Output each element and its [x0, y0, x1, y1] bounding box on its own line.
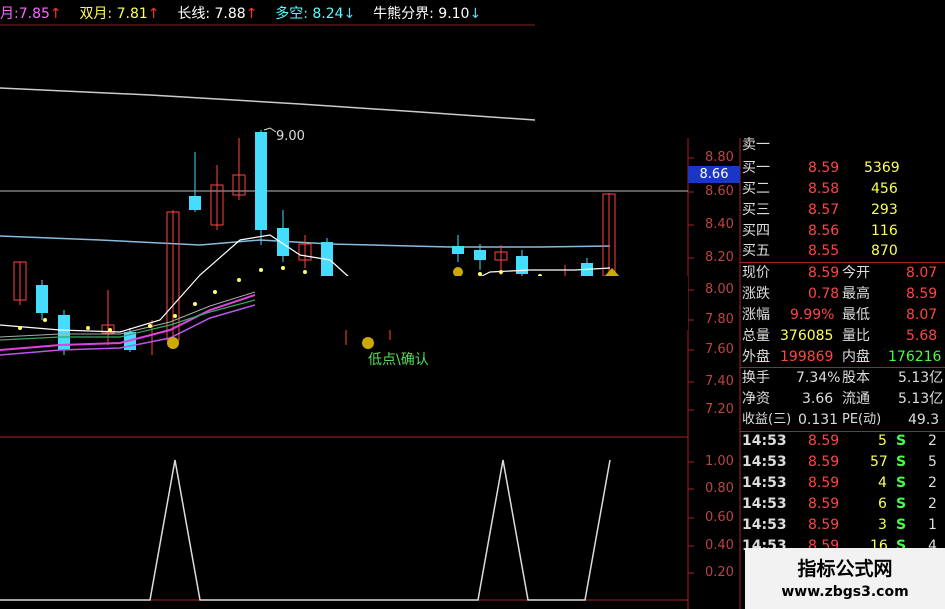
- bid-row[interactable]: 买四 8.56 116: [740, 221, 945, 241]
- stat-row: 总量 376085 量比 5.68: [742, 328, 938, 344]
- current-price-box: 8.66: [688, 166, 740, 183]
- sell-one-row: 卖一: [742, 137, 770, 153]
- bid-row[interactable]: 买一 8.59 5369: [740, 158, 945, 178]
- occlusion-block-middle: [255, 276, 688, 330]
- tick-row: 14:53 8.59 5 S 2: [742, 433, 937, 449]
- tick-row: 14:53 8.59 3 S 1: [742, 517, 937, 533]
- low-point-marker-icon-2: [362, 337, 374, 349]
- bid-row[interactable]: 买二 8.58 456: [740, 179, 945, 199]
- site-watermark: 指标公式网 www.zbgs3.com: [745, 548, 945, 609]
- bull-bear-boundary-line: [0, 87, 536, 121]
- fund-row: 换手 7.34% 股本 5.13亿: [742, 370, 944, 386]
- high-price-label: 9.00: [276, 129, 305, 144]
- tick-row: 14:53 8.59 57 S 5: [742, 454, 937, 470]
- indicator-line: [0, 459, 611, 601]
- low-point-marker-icon: [167, 337, 179, 349]
- stat-row: 涨跌 0.78 最高 8.59: [742, 286, 938, 302]
- stat-row: 涨幅 9.99% 最低 8.07: [742, 307, 938, 323]
- fund-row: 收益(三) 0.131 PE(动) 49.3: [742, 412, 940, 428]
- watermark-title: 指标公式网: [797, 558, 893, 580]
- occlusion-block-top: [535, 0, 945, 138]
- stock-chart-window: 月:7.85↑ 双月: 7.81↑ 长线: 7.88↑ 多空: 8.24↓ 牛熊…: [0, 0, 945, 609]
- bid-row[interactable]: 买三 8.57 293: [740, 200, 945, 220]
- stat-row: 外盘 199869 内盘 176216: [742, 349, 942, 365]
- stat-row: 现价 8.59 今开 8.07: [742, 265, 938, 281]
- bid-row[interactable]: 买五 8.55 870: [740, 241, 945, 261]
- tick-row: 14:53 8.59 6 S 2: [742, 496, 937, 512]
- fund-row: 净资 3.66 流通 5.13亿: [742, 391, 944, 407]
- low-point-confirm-label: 低点\确认: [368, 352, 429, 368]
- watermark-url: www.zbgs3.com: [781, 584, 909, 600]
- quote-panel: 卖一 买一 8.59 5369 买二 8.58 456 买三 8.57 293 …: [740, 137, 945, 609]
- tick-row: 14:53 8.59 4 S 2: [742, 475, 937, 491]
